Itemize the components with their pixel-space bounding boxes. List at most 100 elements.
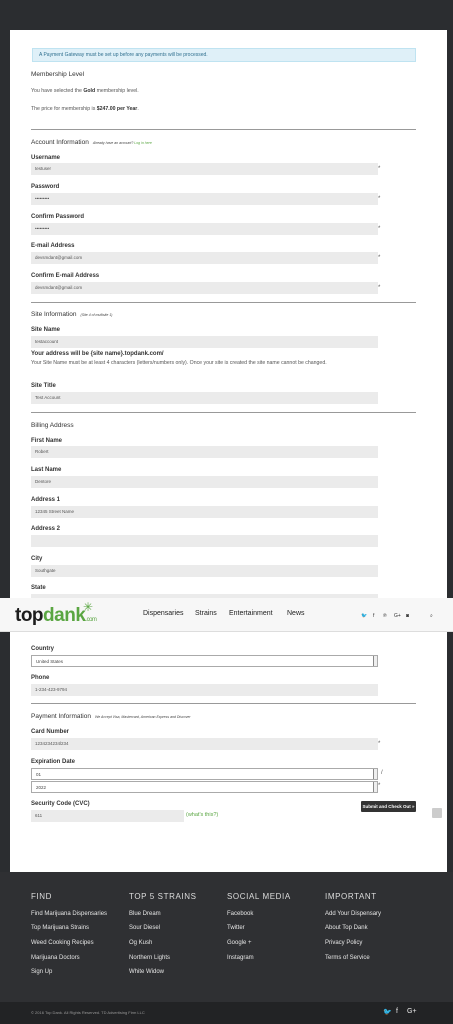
site-title-input[interactable]: Test Account [31,392,378,404]
site-address-text: Your address will be {site name}.topdank… [31,351,164,357]
googleplus-icon[interactable]: G+ [394,613,401,619]
dropdown-arrow-icon [373,656,377,666]
pinterest-icon[interactable]: ℗ [383,613,387,619]
footer-link[interactable]: About Top Dank [325,925,368,931]
cvc-help-link[interactable]: (what's this?) [186,812,218,818]
expiration-year-select[interactable]: 2022 [31,781,378,793]
footer-link[interactable]: Marijuana Doctors [31,955,80,961]
membership-level-text: You have selected the Gold membership le… [31,88,139,94]
footer-heading-social: SOCIAL MEDIA [227,892,291,901]
googleplus-icon[interactable]: G+ [407,1008,417,1015]
country-select[interactable]: United States [31,655,378,667]
required-mark: * [378,285,381,291]
required-mark: * [378,255,381,261]
expiration-month-select[interactable]: 01 [31,768,378,780]
facebook-icon[interactable]: f [373,613,374,619]
footer-link[interactable]: Sign Up [31,969,52,975]
address2-label: Address 2 [31,526,61,532]
nav-news[interactable]: News [287,610,305,617]
first-name-label: First Name [31,438,63,444]
dropdown-arrow-icon [373,782,377,792]
site-name-input[interactable]: testaccount [31,336,378,348]
facebook-icon[interactable]: f [396,1008,398,1015]
confirm-email-label: Confirm E-mail Address [31,273,100,279]
divider [31,302,416,303]
cannabis-leaf-icon: ✳ [83,600,94,614]
required-mark: * [378,226,381,232]
card-number-label: Card Number [31,729,70,735]
top-band [0,0,453,30]
cvc-label: Security Code (CVC) [31,801,90,807]
submit-checkout-button[interactable]: Submit and Check Out » [361,801,416,812]
footer-link[interactable]: Sour Diesel [129,925,160,931]
expiration-label: Expiration Date [31,759,76,765]
required-mark: * [378,196,381,202]
divider [31,703,416,704]
footer-link[interactable]: Northern Lights [129,955,170,961]
last-name-input[interactable]: Dentore [31,476,378,488]
footer-link[interactable]: Top Marijuana Strains [31,925,89,931]
email-input[interactable]: devsmdant@gmail.com [31,252,378,264]
right-edge [447,30,453,872]
footer-heading-important: IMPORTANT [325,892,377,901]
footer-link[interactable]: Google + [227,940,252,946]
footer-heading-find: FIND [31,892,53,901]
sticky-navbar: topdank.com ✳ Dispensaries Strains Enter… [0,598,453,632]
card-number-input[interactable]: 1234234234l234 [31,738,378,750]
city-input[interactable]: Southgate [31,565,378,577]
site-name-label: Site Name [31,327,61,333]
first-name-input[interactable]: Robert [31,446,378,458]
billing-heading: Billing Address [31,422,74,429]
search-icon[interactable]: ⌕ [430,613,433,619]
password-label: Password [31,184,60,190]
footer-link[interactable]: White Widow [129,969,164,975]
footer-link[interactable]: Og Kush [129,940,152,946]
required-mark: * [378,783,381,789]
divider [31,412,416,413]
instagram-icon[interactable]: ◙ [406,613,409,619]
username-input[interactable]: testuser [31,163,378,175]
state-label: State [31,585,46,591]
dropdown-arrow-icon [373,769,377,779]
footer-link[interactable]: Facebook [227,911,253,917]
footer-link[interactable]: Twitter [227,925,245,931]
nav-entertainment[interactable]: Entertainment [229,610,273,617]
footer-link[interactable]: Privacy Policy [325,940,362,946]
nav-strains[interactable]: Strains [195,610,217,617]
cvc-input[interactable]: 611 [31,810,184,822]
address1-label: Address 1 [31,497,61,503]
footer-heading-strains: TOP 5 STRAINS [129,892,197,901]
footer-link[interactable]: Instagram [227,955,254,961]
email-label: E-mail Address [31,243,75,249]
confirm-password-input[interactable]: ••••••••• [31,223,378,235]
phone-input[interactable]: 1-234-423-9794 [31,684,378,696]
required-mark: * [378,741,381,747]
membership-price-text: The price for membership is $247.00 per … [31,106,139,112]
payment-heading: Payment Information We Accept Visa, Maste… [31,713,191,720]
address1-input[interactable]: 12345 Street Name [31,506,378,518]
confirm-email-input[interactable]: devsmdant@gmail.com [31,282,378,294]
twitter-icon[interactable]: 🐦 [383,1008,392,1016]
site-heading: Site Information (Site 4 of multisite 1) [31,311,113,318]
last-name-label: Last Name [31,467,62,473]
login-link[interactable]: Log in here [134,141,152,145]
password-input[interactable]: ••••••••• [31,193,378,205]
site-title-label: Site Title [31,383,56,389]
checkout-form: A Payment Gateway must be set up before … [10,30,447,872]
expiration-separator: / [381,770,383,776]
footer-link[interactable]: Terms of Service [325,955,370,961]
scroll-to-top-icon[interactable] [432,808,442,818]
country-label: Country [31,646,54,652]
twitter-icon[interactable]: 🐦 [361,613,367,619]
site-name-hint: Your Site Name must be at least 4 charac… [31,360,327,366]
footer-link[interactable]: Find Marijuana Dispensaries [31,911,107,917]
nav-dispensaries[interactable]: Dispensaries [143,610,183,617]
payment-gateway-alert: A Payment Gateway must be set up before … [32,48,416,62]
footer-link[interactable]: Add Your Dispensary [325,911,381,917]
address2-input[interactable] [31,535,378,547]
phone-label: Phone [31,675,50,681]
membership-heading: Membership Level [31,71,85,78]
divider [31,129,416,130]
footer-link[interactable]: Blue Dream [129,911,161,917]
footer-link[interactable]: Weed Cooking Recipes [31,940,94,946]
